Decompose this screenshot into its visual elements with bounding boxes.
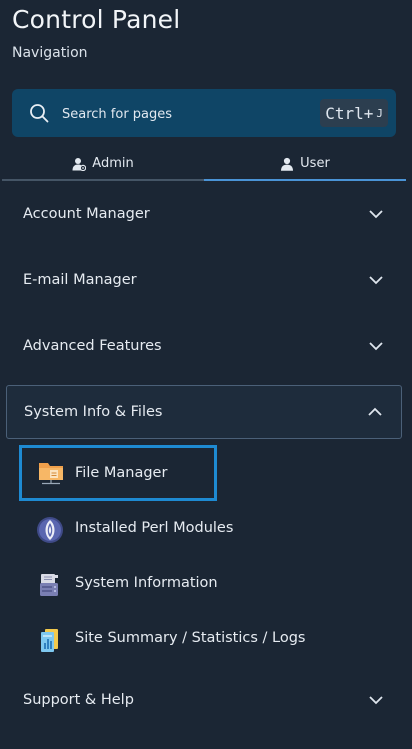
chevron-down-icon	[369, 342, 383, 351]
menu-item-installed-perl-modules[interactable]: Installed Perl Modules	[20, 508, 320, 548]
tab-user-label: User	[300, 156, 330, 171]
section-label: System Info & Files	[24, 404, 163, 420]
menu-item-file-manager[interactable]: File Manager	[19, 445, 217, 501]
menu-item-label: Site Summary / Statistics / Logs	[75, 630, 306, 646]
chevron-down-icon	[369, 696, 383, 705]
tab-admin[interactable]: Admin	[2, 148, 204, 181]
tab-admin-label: Admin	[92, 156, 134, 171]
page-title: Control Panel	[12, 5, 181, 34]
section-account-manager[interactable]: Account Manager	[6, 187, 402, 241]
search-bar[interactable]: Ctrl+ J	[12, 89, 396, 137]
section-advanced-features[interactable]: Advanced Features	[6, 319, 402, 373]
perl-onion-icon	[37, 517, 63, 543]
chevron-up-icon	[368, 407, 382, 416]
menu-item-site-summary-statistics-logs[interactable]: Site Summary / Statistics / Logs	[20, 618, 390, 658]
section-label: Account Manager	[23, 206, 150, 222]
role-tabs: Admin User	[0, 148, 408, 182]
section-label: Support & Help	[23, 692, 134, 708]
user-icon	[281, 157, 294, 171]
menu-item-label: File Manager	[75, 465, 168, 481]
section-system-info-files[interactable]: System Info & Files	[6, 385, 402, 439]
control-panel: Control Panel Navigation Ctrl+ J Admin	[0, 0, 412, 749]
section-label: E-mail Manager	[23, 272, 137, 288]
shortcut-modifier: Ctrl+	[325, 103, 374, 123]
menu-item-label: System Information	[75, 575, 218, 591]
stats-icon	[41, 629, 58, 652]
tab-user[interactable]: User	[204, 148, 406, 181]
section-support-help[interactable]: Support & Help	[6, 673, 402, 727]
search-input[interactable]	[60, 101, 304, 127]
search-icon	[30, 104, 49, 123]
menu-item-system-information[interactable]: System Information	[20, 563, 320, 603]
admin-user-icon	[72, 157, 87, 171]
server-icon	[40, 574, 58, 596]
keyboard-shortcut-badge: Ctrl+ J	[320, 99, 388, 127]
section-label: Advanced Features	[23, 338, 162, 354]
page-subtitle: Navigation	[12, 45, 88, 61]
folder-icon	[39, 463, 63, 485]
chevron-down-icon	[369, 276, 383, 285]
chevron-down-icon	[369, 210, 383, 219]
menu-item-label: Installed Perl Modules	[75, 520, 234, 536]
section-email-manager[interactable]: E-mail Manager	[6, 253, 402, 307]
shortcut-key: J	[376, 106, 383, 120]
